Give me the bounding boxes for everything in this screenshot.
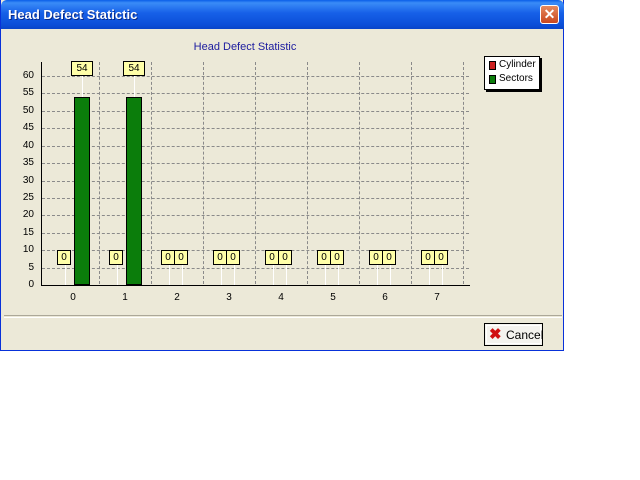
chart-title: Head Defect Statistic: [193, 41, 297, 53]
gridline-v: [307, 62, 308, 284]
data-label-leader: [182, 265, 183, 285]
gridline-v: [411, 62, 412, 284]
title-bar[interactable]: Head Defect Statictic ✕: [1, 0, 564, 29]
bar-sectors: [74, 96, 90, 285]
cancel-label: Cancel: [506, 328, 544, 342]
data-label-leader: [442, 265, 443, 285]
data-label-cylinder: 0: [161, 250, 175, 265]
cancel-button[interactable]: ✖ Cancel: [484, 323, 543, 346]
legend-label-sectors: Sectors: [499, 73, 533, 84]
y-tick-label: 60: [22, 70, 34, 81]
data-label-sectors: 0: [434, 250, 448, 265]
data-label-sectors: 0: [278, 250, 292, 265]
y-tick-label: 15: [22, 226, 34, 238]
x-tick-label: 2: [174, 292, 180, 303]
x-tick-label: 0: [70, 292, 76, 303]
y-tick-label: 40: [22, 139, 34, 151]
gridline-v: [463, 62, 464, 284]
gridline-v: [99, 62, 100, 284]
x-tick-label: 4: [278, 292, 284, 303]
y-tick-label: 55: [22, 87, 34, 99]
data-label-sectors: 54: [123, 60, 145, 76]
x-tick-label: 3: [226, 292, 232, 303]
data-label-leader: [234, 265, 235, 285]
x-tick-label: 7: [434, 292, 440, 303]
legend-label-cylinder: Cylinder: [499, 59, 536, 70]
red-x-icon: ✖: [489, 326, 502, 343]
y-tick-label: 5: [28, 261, 34, 273]
x-tick-label: 5: [330, 292, 336, 303]
data-label-leader: [82, 75, 83, 97]
y-tick-label: 50: [22, 104, 34, 116]
window-title: Head Defect Statictic: [8, 7, 138, 22]
data-label-leader: [134, 75, 135, 97]
y-tick-label: 10: [22, 244, 34, 256]
y-tick-label: 25: [22, 191, 34, 203]
y-tick-label: 35: [22, 157, 34, 169]
data-label-leader: [273, 265, 274, 285]
data-label-sectors: 0: [382, 250, 396, 265]
data-label-cylinder: 0: [57, 250, 71, 265]
data-label-leader: [221, 265, 222, 285]
x-tick-label: 6: [382, 292, 388, 303]
y-tick-label: 0: [28, 279, 34, 290]
y-tick-label: 45: [22, 122, 34, 134]
data-label-sectors: 0: [330, 250, 344, 265]
close-button[interactable]: ✕: [540, 5, 559, 24]
data-label-cylinder: 0: [265, 250, 279, 265]
data-label-leader: [65, 265, 66, 285]
y-tick-label: 20: [22, 209, 34, 221]
data-label-sectors: 0: [226, 250, 240, 265]
data-label-cylinder: 0: [213, 250, 227, 265]
chart-legend: Cylinder Sectors: [484, 56, 540, 90]
data-label-leader: [390, 265, 391, 285]
data-label-sectors: 0: [174, 250, 188, 265]
data-label-leader: [286, 265, 287, 285]
data-label-leader: [325, 265, 326, 285]
gridline-v: [359, 62, 360, 284]
gridline-v: [151, 62, 152, 284]
data-label-leader: [338, 265, 339, 285]
legend-swatch-cylinder: [489, 61, 496, 70]
dialog-window: Head Defect Statictic ✕ Head Defect Stat…: [0, 0, 564, 351]
data-label-sectors: 54: [71, 60, 93, 76]
x-tick-label: 1: [122, 292, 128, 303]
data-label-leader: [169, 265, 170, 285]
bar-sectors: [126, 96, 142, 285]
legend-swatch-sectors: [489, 75, 496, 84]
data-label-cylinder: 0: [109, 250, 123, 265]
gridline-v: [203, 62, 204, 284]
gridline-v: [255, 62, 256, 284]
data-label-leader: [117, 265, 118, 285]
close-icon: ✕: [543, 6, 556, 22]
data-label-cylinder: 0: [317, 250, 331, 265]
data-label-leader: [429, 265, 430, 285]
data-label-cylinder: 0: [369, 250, 383, 265]
data-label-cylinder: 0: [421, 250, 435, 265]
frame-divider: [4, 317, 562, 318]
data-label-leader: [377, 265, 378, 285]
y-tick-label: 30: [22, 174, 34, 186]
